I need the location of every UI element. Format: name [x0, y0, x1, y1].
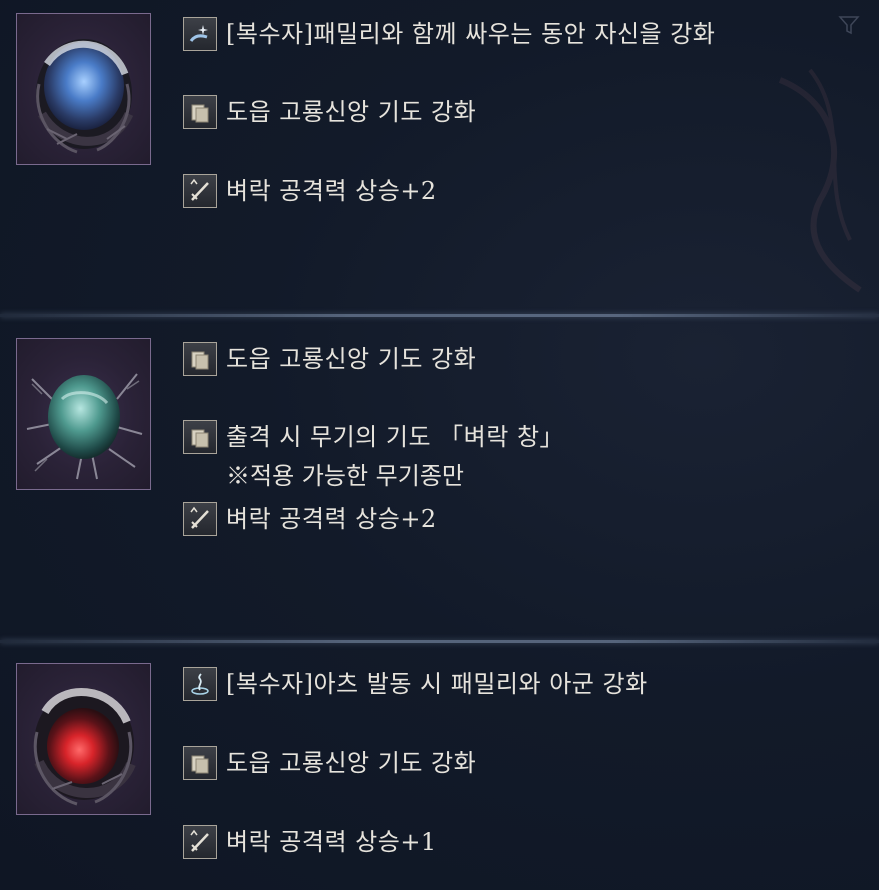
effect-text: 출격 시 무기의 기도 「벼락 창」 — [226, 423, 565, 451]
tome-icon — [183, 95, 217, 129]
effect-row: 출격 시 무기의 기도 「벼락 창」 — [183, 420, 564, 454]
effect-row: 도읍 고룡신앙 기도 강화 — [183, 95, 476, 129]
relic-image-frame[interactable] — [16, 13, 151, 165]
relic-effects-screen: { "relics": [ { "gem_color": "blue", "ef… — [0, 0, 879, 890]
sword-up-icon — [183, 502, 217, 536]
tome-icon — [183, 342, 217, 376]
relic-gem-red-icon — [33, 688, 136, 806]
avenger-spiral-icon — [183, 667, 217, 701]
section-divider — [0, 640, 879, 643]
effect-row: [복수자]아츠 발동 시 패밀리와 아군 강화 — [183, 667, 648, 701]
effect-row: 도읍 고룡신앙 기도 강화 — [183, 746, 476, 780]
effect-text: 도읍 고룡신앙 기도 강화 — [226, 98, 477, 126]
tome-icon — [183, 420, 217, 454]
effect-text: 도읍 고룡신앙 기도 강화 — [226, 749, 477, 777]
relic-gem-teal-icon — [26, 373, 143, 480]
relic-gem-blue-icon — [36, 39, 134, 154]
effect-note: ※적용 가능한 무기종만 — [226, 462, 464, 490]
relic-image-frame[interactable] — [16, 338, 151, 490]
effect-text: [복수자]아츠 발동 시 패밀리와 아군 강화 — [226, 670, 648, 698]
relic-panel-2: 도읍 고룡신앙 기도 강화 출격 시 무기의 기도 「벼락 창」 ※적용 가능한… — [0, 325, 879, 650]
section-divider — [0, 314, 879, 317]
relic-panel-1: [복수자]패밀리와 함께 싸우는 동안 자신을 강화 도읍 고룡신앙 기도 강화… — [0, 0, 879, 325]
effect-text: 벼락 공격력 상승+2 — [226, 177, 437, 205]
effect-row: 벼락 공격력 상승+2 — [183, 174, 437, 208]
effect-row: 벼락 공격력 상승+2 — [183, 502, 437, 536]
avenger-sparkle-hand-icon — [183, 17, 217, 51]
relic-panel-3: [복수자]아츠 발동 시 패밀리와 아군 강화 도읍 고룡신앙 기도 강화 벼락… — [0, 650, 879, 890]
relic-image-frame[interactable] — [16, 663, 151, 815]
effect-text: [복수자]패밀리와 함께 싸우는 동안 자신을 강화 — [226, 20, 716, 48]
sword-up-icon — [183, 825, 217, 859]
tome-icon — [183, 746, 217, 780]
effect-text: 벼락 공격력 상승+2 — [226, 505, 437, 533]
effect-text: 도읍 고룡신앙 기도 강화 — [226, 345, 477, 373]
effect-text: 벼락 공격력 상승+1 — [226, 828, 437, 856]
effect-row: 도읍 고룡신앙 기도 강화 — [183, 342, 476, 376]
effect-row: 벼락 공격력 상승+1 — [183, 825, 437, 859]
effect-row: [복수자]패밀리와 함께 싸우는 동안 자신을 강화 — [183, 17, 715, 51]
sword-up-icon — [183, 174, 217, 208]
